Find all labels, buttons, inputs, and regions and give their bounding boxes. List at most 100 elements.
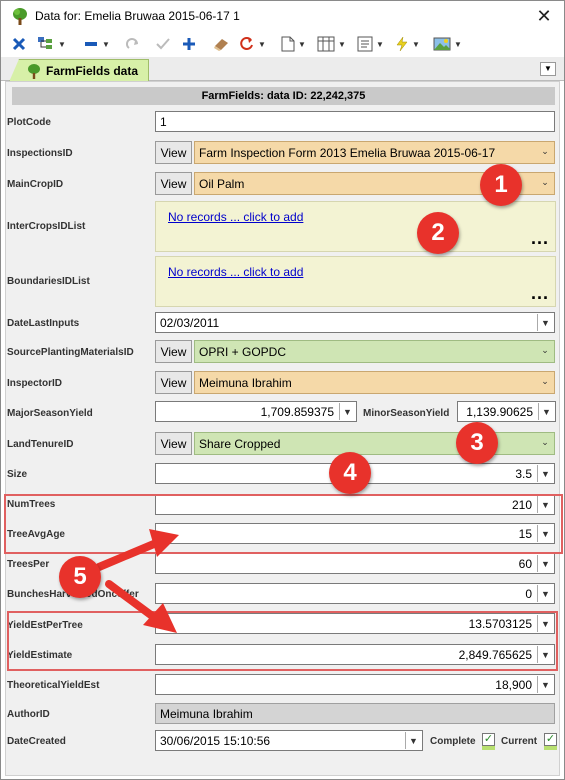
delete-icon[interactable] — [11, 33, 27, 55]
minus-icon[interactable]: ▼ — [83, 33, 110, 55]
inspectorid-view-button[interactable]: View — [155, 371, 192, 394]
form-icon[interactable]: ▼ — [357, 33, 384, 55]
majorseasonyield-value: 1,709.859375 — [260, 404, 334, 419]
redo-icon[interactable] — [125, 33, 141, 55]
chevron-down-icon: ⌄ — [541, 345, 549, 355]
add-icon[interactable] — [181, 33, 197, 55]
plotcode-label: PlotCode — [7, 117, 51, 128]
intercrops-list: No records ... click to add ... — [155, 201, 556, 252]
page-icon[interactable]: ▼ — [281, 33, 306, 55]
tab-strip: FarmFields data ▼ — [1, 57, 564, 82]
datelastinputs-input[interactable]: 02/03/2011 ▼ — [155, 312, 555, 333]
theoreticalyield-label: TheoreticalYieldEst — [7, 680, 100, 691]
intercrops-more-button[interactable]: ... — [531, 228, 549, 249]
highlight-box-trees — [4, 494, 563, 554]
complete-checkbox-indicator — [482, 746, 495, 750]
tab-label: FarmFields data — [46, 64, 139, 78]
complete-checkbox[interactable]: ✓ — [482, 733, 495, 746]
chevron-down-icon[interactable]: ▼ — [405, 732, 421, 749]
grid-icon[interactable]: ▼ — [317, 33, 346, 55]
datecreated-value: 30/06/2015 15:10:56 — [160, 733, 271, 748]
tree-view-icon[interactable]: ▼ — [37, 33, 66, 55]
sourceplanting-value: OPRI + GOPDC — [199, 344, 287, 359]
current-checkbox[interactable]: ✓ — [544, 733, 557, 746]
plotcode-input[interactable]: 1 — [155, 111, 555, 132]
tree-icon — [28, 64, 40, 79]
majorseasonyield-label: MajorSeasonYield — [7, 408, 93, 419]
inspectionsid-value: Farm Inspection Form 2013 Emelia Bruwaa … — [199, 145, 496, 160]
boundaries-label: BoundariesIDList — [7, 276, 90, 287]
landtenureid-view-button[interactable]: View — [155, 432, 192, 455]
current-checkbox-indicator — [544, 746, 557, 750]
chevron-down-icon[interactable]: ▼ — [339, 403, 355, 420]
datelastinputs-value: 02/03/2011 — [160, 315, 220, 330]
size-label: Size — [7, 469, 28, 480]
chevron-down-icon: ⌄ — [541, 177, 549, 187]
landtenureid-select[interactable]: Share Cropped ⌄ — [194, 432, 555, 455]
chevron-down-icon[interactable]: ▼ — [537, 555, 553, 572]
sourceplanting-view-button[interactable]: View — [155, 340, 192, 363]
treesper-input[interactable]: 60 ▼ — [155, 553, 555, 574]
chevron-down-icon: ⌄ — [541, 437, 549, 447]
inspectorid-select[interactable]: Meimuna Ibrahim ⌄ — [194, 371, 555, 394]
bunches-value: 0 — [525, 586, 532, 601]
chevron-down-icon[interactable]: ▼ — [537, 465, 553, 482]
intercrops-add-link[interactable]: No records ... click to add — [168, 210, 303, 224]
annotation-badge-1: 1 — [480, 164, 522, 206]
close-icon[interactable]: ✕ — [532, 4, 556, 28]
maincropid-value: Oil Palm — [199, 176, 245, 191]
landtenureid-value: Share Cropped — [199, 436, 281, 451]
maincropid-label: MainCropID — [7, 179, 64, 190]
sourceplanting-label: SourcePlantingMaterialsID — [7, 347, 134, 358]
chevron-down-icon[interactable]: ▼ — [537, 314, 553, 331]
intercrops-label: InterCropsIDList — [7, 221, 86, 232]
menu-icon[interactable]: ▼ — [540, 62, 556, 76]
theoreticalyield-value: 18,900 — [495, 677, 532, 692]
title-bar: Data for: Emelia Bruwaa 2015-06-17 1 ✕ — [1, 1, 564, 31]
majorseasonyield-input[interactable]: 1,709.859375 ▼ — [155, 401, 357, 422]
chevron-down-icon: ⌄ — [541, 376, 549, 386]
lightning-icon[interactable]: ▼ — [395, 33, 420, 55]
inspectionsid-select[interactable]: Farm Inspection Form 2013 Emelia Bruwaa … — [194, 141, 555, 164]
inspectionsid-view-button[interactable]: View — [155, 141, 192, 164]
current-label: Current — [501, 736, 538, 747]
annotation-badge-2: 2 — [417, 212, 459, 254]
size-value: 3.5 — [515, 466, 532, 481]
refresh-icon[interactable]: ▼ — [239, 33, 266, 55]
complete-label: Complete — [430, 736, 476, 747]
boundaries-more-button[interactable]: ... — [531, 283, 549, 304]
window-title: Data for: Emelia Bruwaa 2015-06-17 1 — [35, 9, 240, 23]
minorseasonyield-value: 1,139.90625 — [466, 404, 533, 419]
chevron-down-icon[interactable]: ▼ — [538, 403, 554, 420]
sourceplanting-select[interactable]: OPRI + GOPDC ⌄ — [194, 340, 555, 363]
eraser-icon[interactable] — [213, 33, 231, 55]
picture-icon[interactable]: ▼ — [433, 33, 462, 55]
form-header: FarmFields: data ID: 22,242,375 — [12, 87, 555, 105]
datecreated-input[interactable]: 30/06/2015 15:10:56 ▼ — [155, 730, 423, 751]
bunches-input[interactable]: 0 ▼ — [155, 583, 555, 604]
minorseasonyield-input[interactable]: 1,139.90625 ▼ — [457, 401, 556, 422]
minorseasonyield-label: MinorSeasonYield — [363, 408, 450, 419]
annotation-badge-3: 3 — [456, 422, 498, 464]
datelastinputs-label: DateLastInputs — [7, 318, 80, 329]
authorid-label: AuthorID — [7, 709, 50, 720]
highlight-box-yield — [7, 611, 558, 671]
boundaries-list: No records ... click to add ... — [155, 256, 556, 307]
landtenureid-label: LandTenureID — [7, 439, 74, 450]
window: Data for: Emelia Bruwaa 2015-06-17 1 ✕ ▼… — [0, 0, 565, 780]
annotation-badge-5: 5 — [59, 556, 101, 598]
boundaries-add-link[interactable]: No records ... click to add — [168, 265, 303, 279]
authorid-value: Meimuna Ibrahim — [160, 706, 253, 721]
inspectorid-value: Meimuna Ibrahim — [199, 375, 292, 390]
inspectionsid-label: InspectionsID — [7, 148, 73, 159]
theoreticalyield-input[interactable]: 18,900 ▼ — [155, 674, 555, 695]
maincropid-view-button[interactable]: View — [155, 172, 192, 195]
treesper-value: 60 — [518, 556, 532, 571]
chevron-down-icon[interactable]: ▼ — [537, 676, 553, 693]
chevron-down-icon[interactable]: ▼ — [537, 585, 553, 602]
authorid-field: Meimuna Ibrahim — [155, 703, 555, 724]
treesper-label: TreesPer — [7, 559, 50, 570]
tree-icon — [13, 8, 27, 25]
tab-farmfields-data[interactable]: FarmFields data — [9, 59, 149, 82]
check-icon[interactable] — [155, 33, 171, 55]
